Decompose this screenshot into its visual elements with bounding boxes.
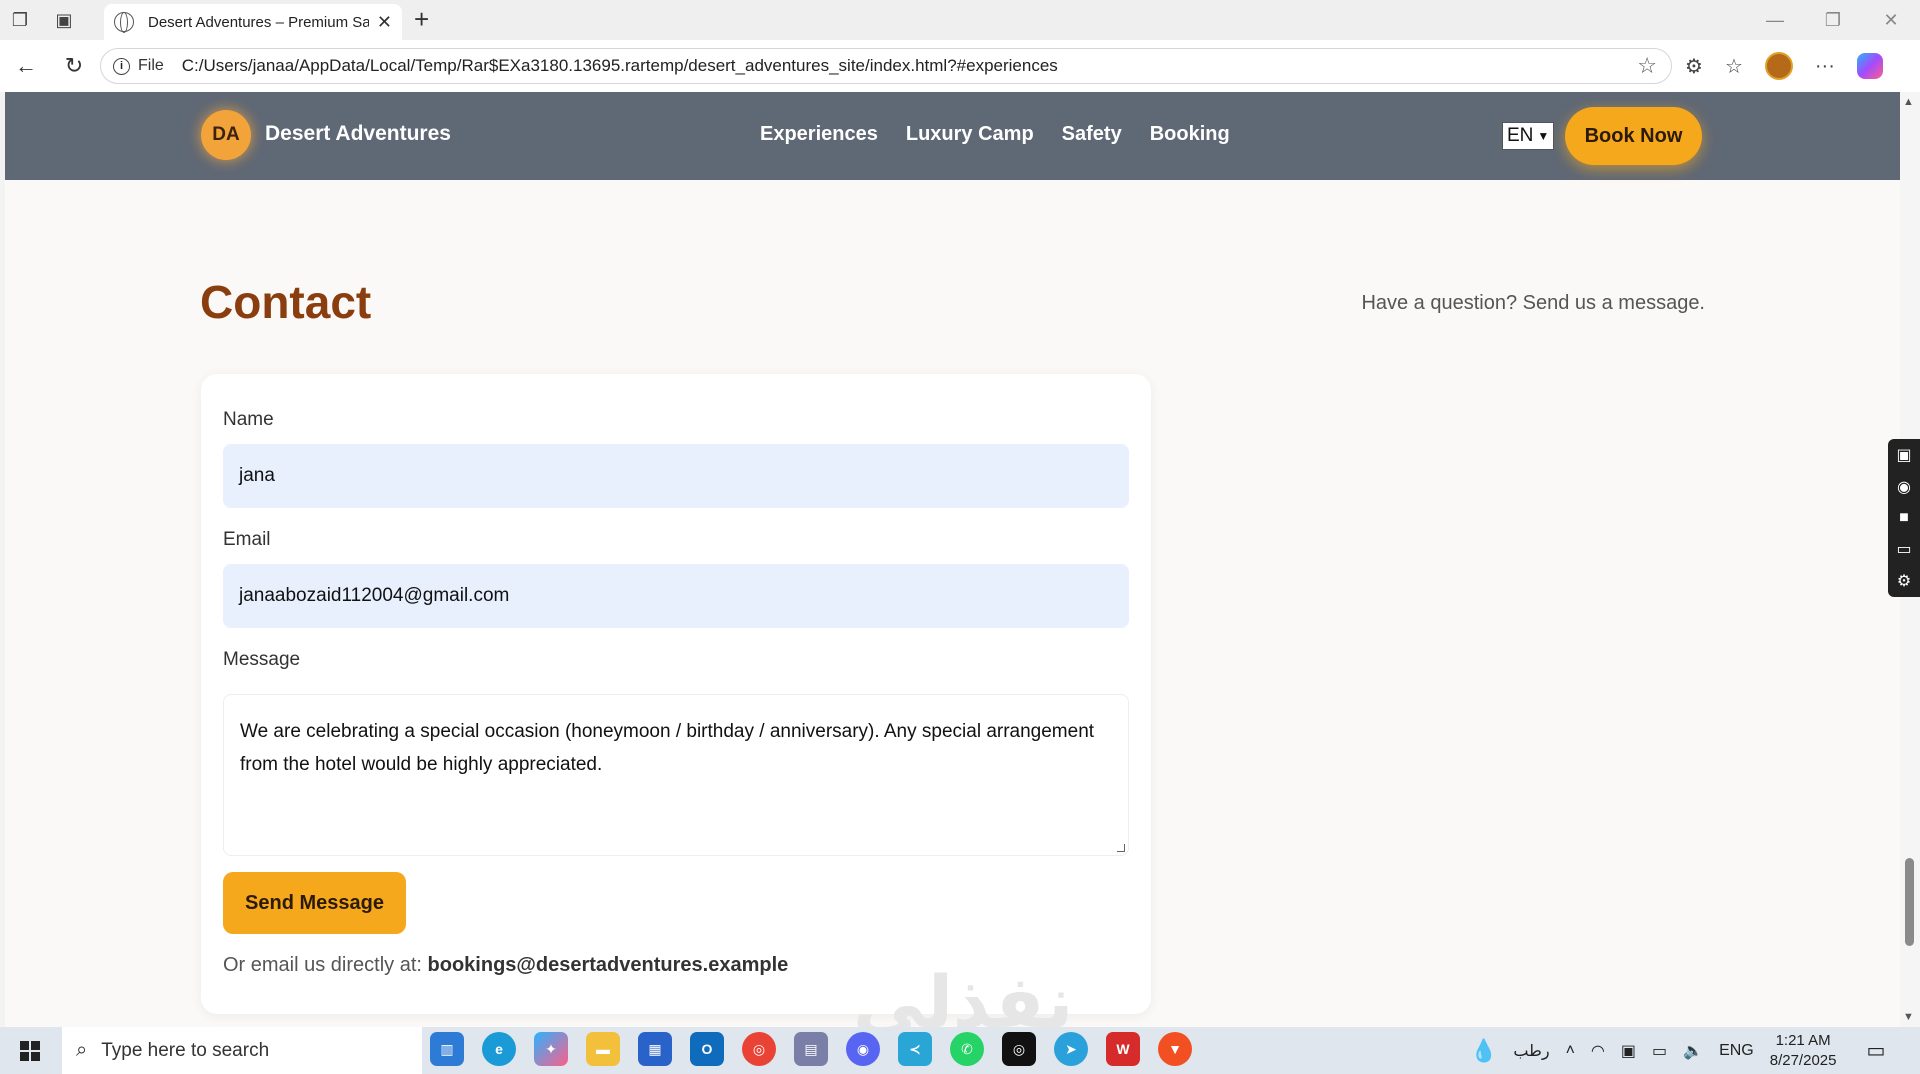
file-explorer-icon[interactable]: ▬ [586, 1032, 620, 1066]
contact-form-card: Name jana Email janaabozaid112004@gmail.… [201, 374, 1151, 1014]
tab-actions-icon[interactable]: ▣ [44, 0, 84, 40]
browser-tab[interactable]: Desert Adventures – Premium Sa ✕ [104, 4, 402, 40]
workspaces-icon[interactable]: ❐ [0, 0, 40, 40]
minimize-icon[interactable]: — [1746, 0, 1804, 40]
outlook-icon[interactable]: O [690, 1032, 724, 1066]
taskbar-search[interactable]: ⌕ Type here to search [62, 1027, 422, 1074]
search-placeholder: Type here to search [101, 1039, 270, 1061]
site-logo[interactable]: DA [201, 110, 251, 160]
camera-icon[interactable]: ◉ [1897, 477, 1911, 497]
chevron-down-icon: ▼ [1537, 129, 1550, 143]
chrome-icon[interactable]: ◎ [742, 1032, 776, 1066]
clock-date: 8/27/2025 [1769, 1051, 1837, 1069]
system-tray: 💧 رطب ˄ ◠ ▣ ▭ 🔈 ENG 1:21 AM 8/27/2025 ▭ [1470, 1027, 1885, 1074]
window-controls: — ❐ ✕ [1746, 0, 1920, 40]
nav-safety[interactable]: Safety [1062, 123, 1122, 146]
gear-icon[interactable]: ⚙ [1897, 571, 1911, 591]
main-nav: Experiences Luxury Camp Safety Booking [760, 123, 1230, 146]
task-view-icon[interactable]: ▥ [430, 1032, 464, 1066]
contact-subtitle: Have a question? Send us a message. [1361, 292, 1705, 314]
weather-text[interactable]: رطب [1513, 1041, 1549, 1061]
email-label: Email [223, 529, 271, 550]
volume-icon[interactable]: 🔈 [1683, 1041, 1703, 1061]
notifications-icon[interactable]: ▭ [1866, 1038, 1885, 1063]
name-label: Name [223, 409, 274, 430]
message-text: We are celebrating a special occasion (h… [240, 721, 1095, 775]
address-bar: ← ↻ i File C:/Users/janaa/AppData/Local/… [0, 40, 1920, 92]
url-field[interactable]: i File C:/Users/janaa/AppData/Local/Temp… [100, 48, 1672, 84]
discord-icon[interactable]: ◉ [846, 1032, 880, 1066]
clock-time: 1:21 AM [1775, 1031, 1831, 1049]
window-icon[interactable]: ▭ [1896, 539, 1911, 559]
wifi-icon[interactable]: ◠ [1591, 1041, 1605, 1061]
back-icon[interactable]: ← [4, 44, 48, 88]
language-value: EN [1507, 125, 1534, 146]
tab-title: Desert Adventures – Premium Sa [148, 13, 369, 31]
direct-email-prefix: Or email us directly at: [223, 954, 422, 976]
message-textarea[interactable]: We are celebrating a special occasion (h… [223, 694, 1129, 856]
weather-icon[interactable]: 💧 [1470, 1038, 1497, 1064]
video-icon[interactable]: ■ [1899, 509, 1909, 527]
nav-luxury-camp[interactable]: Luxury Camp [906, 123, 1034, 146]
browser-toolbar: ⚙ ☆ ··· [1685, 40, 1883, 92]
page-title: Contact [200, 276, 372, 328]
copilot-icon[interactable] [1856, 53, 1883, 79]
direct-email-link[interactable]: bookings@desertadventures.example [428, 954, 789, 976]
language-select[interactable]: EN ▼ [1502, 122, 1554, 150]
info-icon[interactable]: i [113, 57, 130, 75]
url-text[interactable]: C:/Users/janaa/AppData/Local/Temp/Rar$EX… [182, 56, 1637, 76]
taskbar-apps: ▥ e ✦ ▬ ▦ O ◎ ▤ ◉ ≺ ✆ ◎ ➤ W ▼ [430, 1032, 1192, 1066]
name-field[interactable]: jana [223, 444, 1129, 508]
wps-icon[interactable]: W [1106, 1032, 1140, 1066]
search-icon: ⌕ [76, 1039, 88, 1061]
brand-name[interactable]: Desert Adventures [265, 122, 451, 146]
nav-experiences[interactable]: Experiences [760, 123, 878, 146]
restore-icon[interactable]: ❐ [1804, 0, 1862, 40]
copilot-app-icon[interactable]: ✦ [534, 1032, 568, 1066]
obs-icon[interactable]: ◎ [1002, 1032, 1036, 1066]
windows-logo-icon [20, 1040, 40, 1061]
extensions-icon[interactable]: ⚙ [1685, 54, 1703, 79]
message-label: Message [223, 649, 301, 670]
direct-email-line: Or email us directly at: bookings@desert… [223, 954, 788, 977]
whatsapp-icon[interactable]: ✆ [950, 1032, 984, 1066]
profile-avatar[interactable] [1764, 52, 1793, 80]
screen-recorder-toolbar: ▣ ◉ ■ ▭ ⚙ [1888, 439, 1920, 597]
resize-handle-icon[interactable] [1117, 844, 1125, 852]
scrollbar-thumb[interactable] [1905, 858, 1914, 946]
globe-icon [114, 12, 134, 33]
file-label: File [138, 57, 164, 74]
battery-icon[interactable]: ▭ [1652, 1041, 1667, 1061]
email-field[interactable]: janaabozaid112004@gmail.com [223, 564, 1129, 628]
book-now-button[interactable]: Book Now [1565, 107, 1702, 165]
send-message-button[interactable]: Send Message [223, 872, 406, 934]
telegram-icon[interactable]: ➤ [1054, 1032, 1088, 1066]
os-taskbar: ⌕ Type here to search ▥ e ✦ ▬ ▦ O ◎ ▤ ◉ … [0, 1027, 1920, 1074]
close-window-icon[interactable]: ✕ [1862, 0, 1920, 40]
screenshot-icon[interactable]: ▣ [1896, 445, 1911, 465]
page-viewport: DA Desert Adventures Experiences Luxury … [5, 92, 1900, 1027]
clock[interactable]: 1:21 AM 8/27/2025 [1770, 1031, 1837, 1071]
brave-icon[interactable]: ▼ [1158, 1032, 1192, 1066]
meet-icon[interactable]: ▣ [1621, 1041, 1636, 1061]
browser-tabbar: ❐ ▣ Desert Adventures – Premium Sa ✕ + —… [0, 0, 1920, 40]
reload-icon[interactable]: ↻ [52, 44, 96, 88]
edge-icon[interactable]: e [482, 1032, 516, 1066]
close-tab-icon[interactable]: ✕ [377, 12, 392, 33]
store-icon[interactable]: ▦ [638, 1032, 672, 1066]
vscode-icon[interactable]: ≺ [898, 1032, 932, 1066]
favorites-icon[interactable]: ☆ [1725, 54, 1743, 79]
photos-icon[interactable]: ▤ [794, 1032, 828, 1066]
site-header: DA Desert Adventures Experiences Luxury … [5, 92, 1900, 180]
scroll-up-icon[interactable]: ▲ [1903, 96, 1914, 108]
start-button[interactable] [0, 1027, 60, 1074]
nav-booking[interactable]: Booking [1150, 123, 1230, 146]
input-language[interactable]: ENG [1719, 1042, 1754, 1060]
favorite-star-icon[interactable]: ☆ [1637, 53, 1657, 79]
show-hidden-icons[interactable]: ˄ [1566, 1042, 1575, 1060]
watermark-logo: نفذلي [853, 960, 1074, 1027]
scroll-down-icon[interactable]: ▼ [1903, 1011, 1914, 1023]
new-tab-icon[interactable]: + [414, 4, 429, 35]
more-menu-icon[interactable]: ··· [1815, 55, 1835, 78]
